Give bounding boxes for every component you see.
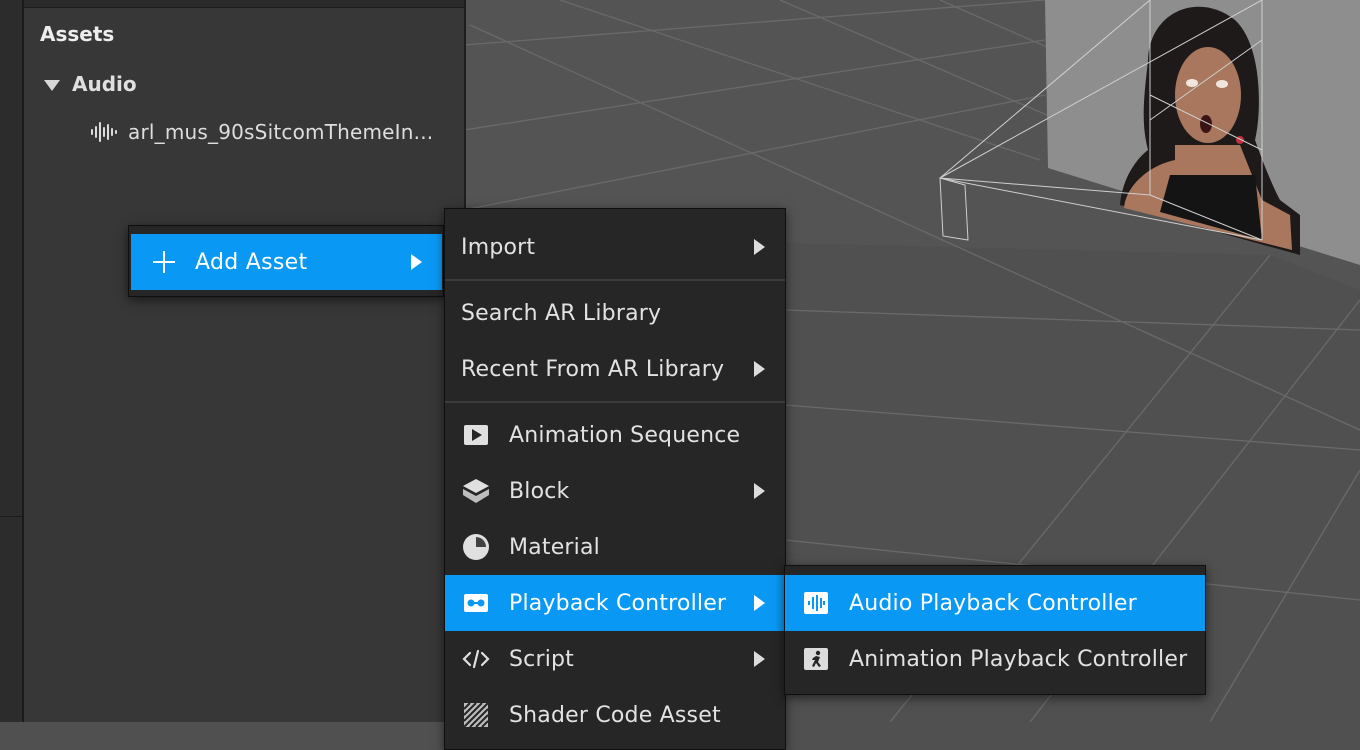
- chevron-right-icon: [754, 239, 765, 255]
- left-toolbar-strip: [0, 0, 24, 722]
- audio-asset-item[interactable]: arl_mus_90sSitcomThemeIn...: [90, 118, 433, 146]
- audio-folder-label: Audio: [72, 72, 137, 96]
- menu-item-label: Block: [509, 478, 570, 504]
- menu-item-label: Material: [509, 534, 600, 560]
- assets-panel-title: Assets: [40, 22, 115, 46]
- chevron-right-icon: [754, 651, 765, 667]
- panel-top-border: [24, 0, 464, 8]
- menu-item-playback-controller[interactable]: Playback Controller: [445, 575, 785, 631]
- menu-item-label: Search AR Library: [461, 300, 662, 326]
- menu-item-audio-playback-controller[interactable]: Audio Playback Controller: [785, 575, 1205, 631]
- add-asset-label: Add Asset: [195, 249, 308, 275]
- menu-item-shader-code-asset[interactable]: Shader Code Asset: [445, 687, 785, 743]
- material-icon: [462, 533, 490, 561]
- chevron-right-icon: [754, 595, 765, 611]
- menu-item-label: Recent From AR Library: [461, 356, 725, 382]
- plus-icon: [153, 251, 175, 273]
- add-asset-submenu: Import Search AR Library Recent From AR …: [444, 208, 786, 750]
- menu-item-animation-sequence[interactable]: Animation Sequence: [445, 407, 785, 463]
- audio-playback-controller-icon: [802, 589, 830, 617]
- playback-controller-submenu: Audio Playback Controller Animation Play…: [784, 565, 1206, 695]
- menu-item-block[interactable]: Block: [445, 463, 785, 519]
- menu-divider: [445, 279, 785, 281]
- menu-item-script[interactable]: Script: [445, 631, 785, 687]
- animation-sequence-icon: [462, 421, 490, 449]
- triangle-down-icon[interactable]: [44, 79, 60, 91]
- block-icon: [462, 477, 490, 505]
- chevron-right-icon: [411, 254, 422, 270]
- menu-item-label: Animation Sequence: [509, 422, 741, 448]
- audio-asset-label: arl_mus_90sSitcomThemeIn...: [128, 120, 434, 144]
- menu-item-label: Audio Playback Controller: [849, 590, 1137, 616]
- menu-item-label: Animation Playback Controller: [849, 646, 1188, 672]
- add-asset-button[interactable]: Add Asset: [131, 234, 442, 290]
- menu-divider: [445, 401, 785, 403]
- audio-folder-row[interactable]: Audio: [44, 70, 137, 98]
- script-icon: [462, 645, 490, 673]
- menu-item-search-ar-library[interactable]: Search AR Library: [445, 285, 785, 341]
- animation-playback-controller-icon: [802, 645, 830, 673]
- chevron-right-icon: [754, 483, 765, 499]
- menu-item-label: Script: [509, 646, 575, 672]
- menu-item-label: Import: [461, 234, 536, 260]
- assets-panel: Assets Audio arl_mus_90sSitcomThemeIn...: [24, 0, 466, 722]
- menu-item-label: Playback Controller: [509, 590, 727, 616]
- playback-controller-icon: [462, 589, 490, 617]
- menu-item-material[interactable]: Material: [445, 519, 785, 575]
- menu-item-recent-from-ar-library[interactable]: Recent From AR Library: [445, 341, 785, 397]
- menu-item-animation-playback-controller[interactable]: Animation Playback Controller: [785, 631, 1205, 687]
- add-asset-menu: Add Asset: [128, 225, 444, 297]
- chevron-right-icon: [754, 361, 765, 377]
- menu-item-label: Shader Code Asset: [509, 702, 721, 728]
- audio-waveform-icon: [90, 121, 118, 143]
- menu-item-import[interactable]: Import: [445, 219, 785, 275]
- shader-code-icon: [462, 701, 490, 729]
